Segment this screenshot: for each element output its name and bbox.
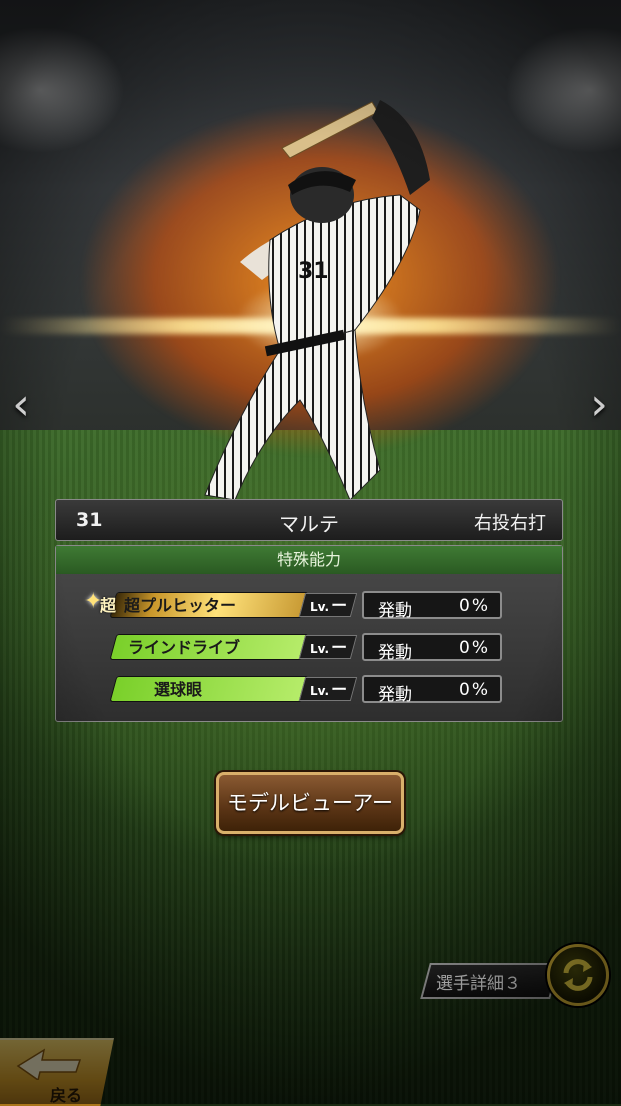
level-text: Lv. ー [310, 680, 348, 699]
player-name-bar: 31 マルテ 右投右打 [55, 499, 563, 541]
ability-name: ラインドライブ [128, 638, 241, 657]
back-arrow-icon [16, 1048, 82, 1080]
swap-button[interactable] [547, 944, 609, 1006]
model-viewer-button[interactable]: モデルビューアー [216, 772, 404, 834]
trigger-rate: 0% [459, 596, 490, 616]
ability-row[interactable]: 選球眼 Lv. ー 発動 0% [56, 675, 562, 705]
ability-row[interactable]: ✦ 超 超プルヒッター Lv. ー 発動 0% [56, 589, 562, 621]
trigger-rate-box: 発動 0% [362, 675, 502, 705]
player-detail-label: 選手詳細３ [436, 974, 521, 994]
player-image: 31 [204, 100, 430, 501]
chevron-right-icon: › [590, 379, 608, 430]
trigger-label: 発動 [378, 685, 412, 705]
swap-icon [563, 959, 593, 991]
trigger-rate-box: 発動 0% [362, 633, 502, 663]
next-player-arrow[interactable]: › [584, 380, 614, 430]
ability-badge: 超 [100, 596, 117, 615]
level-text: Lv. ー [310, 638, 348, 657]
trigger-rate: 0% [459, 680, 490, 700]
chevron-left-icon: ‹ [12, 379, 30, 430]
back-label: 戻る [50, 1086, 83, 1105]
player-handedness: 右投右打 [474, 513, 546, 534]
back-button[interactable]: 戻る [0, 1038, 114, 1106]
svg-text:31: 31 [298, 259, 329, 284]
prev-player-arrow[interactable]: ‹ [6, 380, 36, 430]
special-abilities-panel: 特殊能力 ✦ 超 超プルヒッター Lv. ー 発動 0% ラインドライブ Lv. ー… [55, 545, 563, 722]
ability-tag [110, 677, 308, 701]
trigger-rate-box: 発動 0% [362, 591, 502, 621]
panel-title: 特殊能力 [56, 546, 562, 574]
ability-row[interactable]: ラインドライブ Lv. ー 発動 0% [56, 633, 562, 663]
trigger-rate: 0% [459, 638, 490, 658]
ability-name: 選球眼 [154, 680, 203, 699]
trigger-label: 発動 [378, 643, 412, 663]
level-text: Lv. ー [310, 596, 348, 615]
ability-name: 超プルヒッター [124, 596, 237, 615]
trigger-label: 発動 [378, 601, 412, 621]
